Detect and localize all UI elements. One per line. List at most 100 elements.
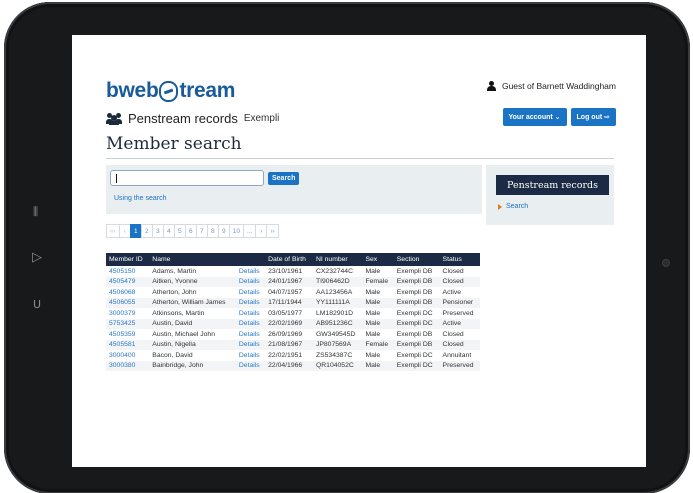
- table-cell: AB951236C: [312, 318, 363, 329]
- details-link[interactable]: Details: [235, 360, 266, 371]
- member-table: Member ID Name Date of Birth NI number Sex Se…: [106, 253, 480, 371]
- column-header: [235, 253, 266, 266]
- member-id-link[interactable]: 4506055: [106, 297, 150, 308]
- pagination: «‹ ‹ 1 2 3 4 5 6 7 8 9 10... › ››: [106, 224, 279, 238]
- tabs-icon[interactable]: ⫼: [33, 205, 38, 219]
- sidebar-panel: Penstream records Search: [486, 165, 614, 225]
- details-link[interactable]: Details: [235, 297, 266, 308]
- table-cell: Exempli DB: [393, 297, 440, 308]
- table-cell: Male: [362, 318, 394, 329]
- table-row: 3000380 Bainbridge, John Details 22/04/1966…: [106, 360, 480, 371]
- table-cell: Bacon, David: [152, 351, 193, 359]
- details-link[interactable]: Details: [236, 329, 265, 340]
- table-cell: Male: [365, 309, 381, 317]
- table-cell: 21/08/1967: [265, 339, 313, 350]
- table-row: 5753425 Austin, David Details 22/02/1969 AB9…: [106, 318, 480, 329]
- table-cell: Female: [362, 339, 394, 350]
- table-cell: Annuitant: [442, 351, 472, 359]
- details-link[interactable]: Details: [236, 350, 265, 361]
- table-row: 4506068 Atherton, John Details 04/07/1957 AA…: [106, 287, 480, 298]
- table-cell: Male: [362, 297, 394, 308]
- your-account-button[interactable]: Your account ⌄: [502, 108, 567, 126]
- guest-info: Guest of Barnett Waddingham: [486, 81, 616, 91]
- user-icon: [486, 81, 496, 91]
- table-row: 3000400 Bacon, David Details 22/02/1951 ZS53…: [106, 350, 480, 361]
- table-cell: Austin, Michael John: [152, 330, 215, 338]
- member-id-link[interactable]: 3000379: [106, 308, 149, 319]
- table-cell: ZS534387C: [315, 351, 353, 359]
- details-link[interactable]: Details: [236, 308, 265, 319]
- table-row: 4506055 Atherton, William James Details 17/…: [106, 297, 480, 308]
- log-out-button[interactable]: Log out ⇨: [570, 108, 616, 126]
- member-id-link[interactable]: 4505150: [106, 266, 149, 277]
- table-row: 4505150 Adams, Martin Details 23/10/1961 CX2…: [106, 266, 480, 277]
- table-cell: Male: [365, 330, 381, 338]
- logo[interactable]: bweb tream: [106, 79, 235, 103]
- table-cell: Male: [365, 351, 381, 359]
- column-header: Status: [439, 253, 480, 266]
- table-cell: Austin, David: [149, 318, 236, 329]
- column-header: Member ID: [106, 253, 150, 266]
- sidebar-search-label: Search: [506, 203, 529, 210]
- using-the-search-link[interactable]: Using the search: [114, 195, 167, 202]
- people-icon: [106, 112, 122, 125]
- table-cell: Preserved: [442, 309, 474, 317]
- details-link[interactable]: Details: [236, 266, 265, 277]
- member-id-link[interactable]: 5753425: [106, 318, 150, 329]
- column-header: Name: [149, 253, 236, 266]
- search-panel: Search Using the search: [106, 165, 482, 214]
- table-row: 4505359 Austin, Michael John Details 26/09/…: [106, 329, 480, 340]
- table-cell: Male: [365, 267, 381, 275]
- table-row: 4505581 Austin, Nigella Details 21/08/1967 J…: [106, 339, 480, 350]
- details-link[interactable]: Details: [235, 318, 266, 329]
- table-cell: Exempli DB: [393, 276, 440, 287]
- section-title: Penstream records: [128, 111, 238, 126]
- table-row: 3000379 Atkinsons, Martin Details 03/05/197…: [106, 308, 480, 319]
- triangle-right-icon: [498, 203, 502, 210]
- member-id-link[interactable]: 4506068: [106, 287, 149, 298]
- table-cell: Exempli DB: [396, 330, 433, 338]
- table-cell: 22/02/1951: [268, 351, 303, 359]
- sidebar-title: Penstream records: [496, 175, 609, 195]
- search-input[interactable]: [110, 170, 264, 186]
- details-link[interactable]: Details: [235, 276, 266, 287]
- table-cell: Exempli DC: [393, 318, 440, 329]
- table-cell: JP807569A: [312, 339, 363, 350]
- page-link[interactable]: 10: [228, 224, 245, 238]
- table-cell: Atherton, John: [152, 288, 197, 296]
- page-link[interactable]: «‹: [106, 224, 120, 238]
- play-icon[interactable]: ▷: [32, 250, 42, 265]
- member-id-link[interactable]: 3000380: [106, 360, 150, 371]
- table-cell: Male: [365, 288, 381, 296]
- details-link[interactable]: Details: [235, 339, 266, 350]
- screen: bweb tream Guest of Barnett Waddingham P…: [72, 35, 646, 467]
- table-cell: Exempli DB: [396, 288, 433, 296]
- camera-dot: [662, 259, 670, 267]
- column-header: Section: [393, 253, 440, 266]
- table-cell: 03/05/1977: [268, 309, 303, 317]
- page-link[interactable]: ...: [243, 224, 257, 238]
- table-cell: LM182901D: [315, 309, 353, 317]
- table-cell: TI906462D: [312, 276, 363, 287]
- table-cell: 22/02/1969: [265, 318, 313, 329]
- member-id-link[interactable]: 4505359: [106, 329, 149, 340]
- sidebar-search-link[interactable]: Search: [498, 203, 528, 210]
- table-cell: Atherton, William James: [149, 297, 236, 308]
- u-icon[interactable]: U: [33, 298, 41, 311]
- member-id-link[interactable]: 3000400: [106, 350, 149, 361]
- table-cell: GW349545D: [315, 330, 356, 338]
- table-cell: Active: [439, 318, 480, 329]
- logo-text-prefix: bweb: [106, 79, 159, 102]
- details-link[interactable]: Details: [236, 287, 265, 298]
- member-id-link[interactable]: 4505479: [106, 276, 150, 287]
- table-cell: 17/11/1944: [265, 297, 313, 308]
- table-cell: Preserved: [439, 360, 480, 371]
- section-subtitle: Exempli: [243, 113, 280, 124]
- member-id-link[interactable]: 4505581: [106, 339, 150, 350]
- column-header: NI number: [312, 253, 363, 266]
- search-button[interactable]: Search: [268, 172, 300, 185]
- text-caret: [116, 174, 117, 183]
- table-cell: CX232744C: [315, 267, 353, 275]
- page-title: Member search: [106, 134, 242, 154]
- page-link[interactable]: ››: [266, 224, 279, 238]
